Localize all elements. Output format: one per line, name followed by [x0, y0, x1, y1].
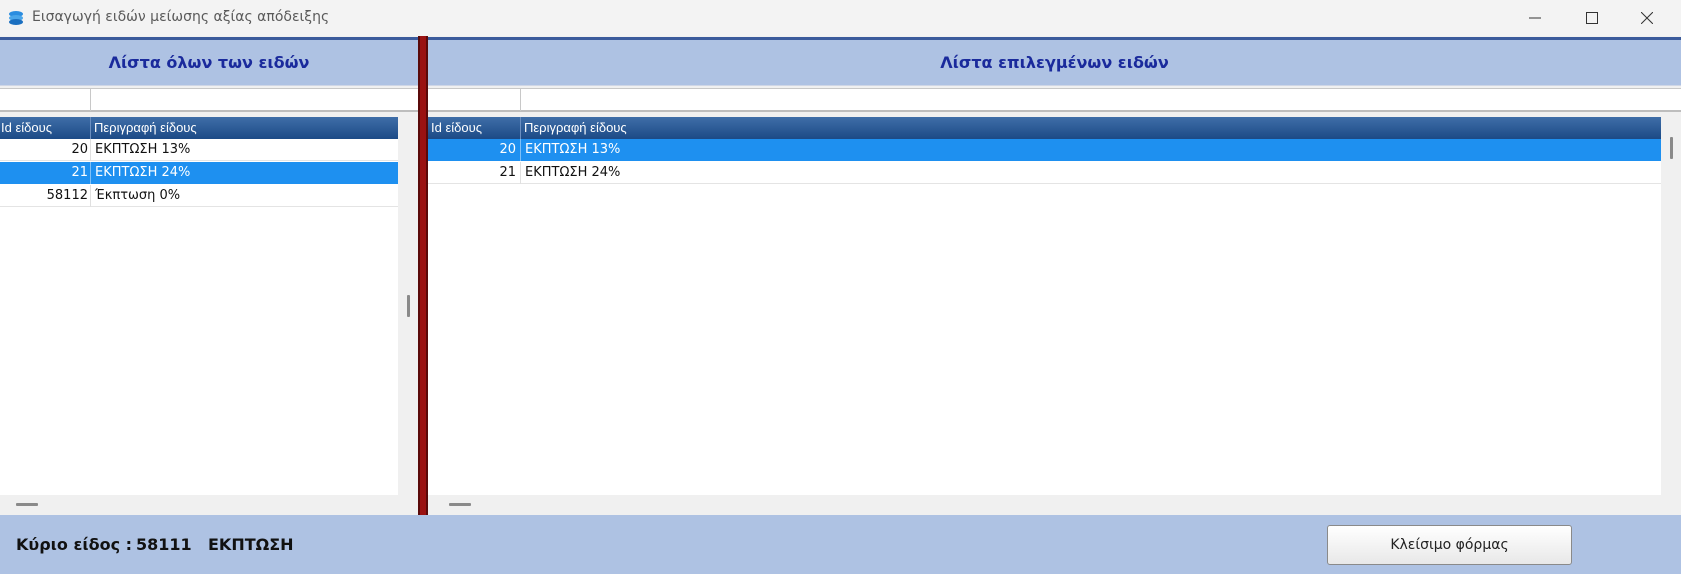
row-description: ΕΚΠΤΩΣΗ 24%	[525, 165, 621, 180]
panel-splitter[interactable]	[418, 36, 428, 515]
table-row[interactable]: 58112 Έκπτωση 0%	[0, 185, 398, 207]
right-panel-title: Λίστα επιλεγμένων ειδών	[428, 40, 1681, 86]
table-row[interactable]: 21 ΕΚΠΤΩΣΗ 24%	[428, 162, 1661, 184]
cell-divider	[90, 139, 91, 161]
column-header-description[interactable]: Περιγραφή είδους	[524, 120, 627, 135]
cell-divider	[90, 162, 91, 184]
row-description: ΕΚΠΤΩΣΗ 13%	[525, 142, 621, 157]
column-divider[interactable]	[520, 117, 521, 139]
close-icon	[1641, 12, 1653, 24]
left-filter-description-input[interactable]	[91, 90, 416, 110]
main-item-label: Κύριο είδος :	[16, 535, 133, 554]
table-row[interactable]: 20 ΕΚΠΤΩΣΗ 13%	[0, 139, 398, 161]
close-button[interactable]	[1621, 0, 1673, 36]
left-grid-header: Id είδους Περιγραφή είδους	[0, 117, 398, 139]
close-form-button[interactable]: Κλείσιμο φόρμας	[1327, 525, 1572, 565]
left-panel-title: Λίστα όλων των ειδών	[0, 40, 418, 86]
footer-bar: Κύριο είδος : 58111 ΕΚΠΤΩΣΗ Κλείσιμο φόρ…	[0, 515, 1681, 574]
row-id: 21	[71, 165, 88, 180]
row-description: ΕΚΠΤΩΣΗ 24%	[95, 165, 191, 180]
column-header-id[interactable]: Id είδους	[1, 120, 52, 135]
row-id: 58112	[46, 188, 88, 203]
row-id: 20	[71, 142, 88, 157]
right-vertical-scrollbar[interactable]	[1661, 117, 1681, 495]
left-filter-id-input[interactable]	[0, 90, 90, 110]
app-window: Εισαγωγή ειδών μείωσης αξίας απόδειξης Λ…	[0, 0, 1681, 574]
maximize-button[interactable]	[1566, 0, 1618, 36]
table-row[interactable]: 20 ΕΚΠΤΩΣΗ 13%	[428, 139, 1661, 161]
minimize-button[interactable]	[1509, 0, 1561, 36]
scroll-thumb[interactable]	[407, 295, 410, 317]
window-title: Εισαγωγή ειδών μείωσης αξίας απόδειξης	[32, 9, 330, 25]
left-horizontal-scrollbar[interactable]	[0, 495, 418, 515]
scroll-thumb[interactable]	[449, 503, 471, 506]
app-stack-icon	[6, 8, 26, 28]
title-bar: Εισαγωγή ειδών μείωσης αξίας απόδειξης	[0, 0, 1681, 36]
left-filter-row	[0, 88, 418, 112]
main-item-code: 58111	[136, 535, 192, 554]
column-divider[interactable]	[90, 117, 91, 139]
cell-divider	[520, 139, 521, 161]
right-items-grid: Id είδους Περιγραφή είδους 20 ΕΚΠΤΩΣΗ 13…	[428, 117, 1661, 495]
right-grid-header: Id είδους Περιγραφή είδους	[428, 117, 1661, 139]
maximize-icon	[1586, 12, 1598, 24]
main-item-name: ΕΚΠΤΩΣΗ	[208, 535, 294, 554]
table-row[interactable]: 21 ΕΚΠΤΩΣΗ 24%	[0, 162, 398, 184]
row-description: Έκπτωση 0%	[95, 188, 181, 203]
right-filter-row	[428, 88, 1681, 112]
row-description: ΕΚΠΤΩΣΗ 13%	[95, 142, 191, 157]
column-header-description[interactable]: Περιγραφή είδους	[94, 120, 197, 135]
right-filter-description-input[interactable]	[521, 90, 1679, 110]
left-items-grid: Id είδους Περιγραφή είδους 20 ΕΚΠΤΩΣΗ 13…	[0, 117, 398, 495]
left-vertical-scrollbar[interactable]	[398, 117, 418, 495]
cell-divider	[520, 162, 521, 184]
column-header-id[interactable]: Id είδους	[431, 120, 482, 135]
scroll-thumb[interactable]	[16, 503, 38, 506]
row-id: 21	[499, 165, 516, 180]
cell-divider	[90, 185, 91, 207]
scroll-thumb[interactable]	[1670, 137, 1673, 159]
minimize-icon	[1529, 17, 1541, 19]
row-id: 20	[499, 142, 516, 157]
right-horizontal-scrollbar[interactable]	[428, 495, 1681, 515]
right-filter-id-input[interactable]	[428, 90, 520, 110]
